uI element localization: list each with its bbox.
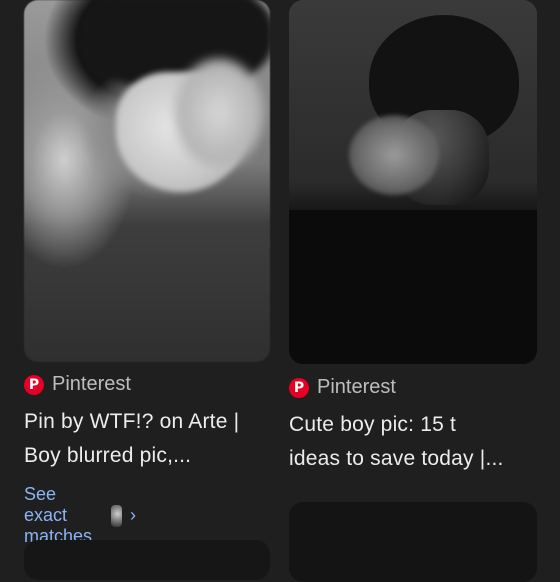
source-name: Pinterest	[52, 373, 131, 395]
next-result-image[interactable]	[24, 540, 270, 580]
see-exact-matches-label: See exact matches	[24, 484, 93, 546]
result-image[interactable]	[24, 0, 270, 362]
pinterest-icon: P	[289, 377, 309, 398]
image-detail	[289, 210, 537, 364]
result-title[interactable]: Cute boy pic: 15 t ideas to save today |…	[289, 408, 539, 476]
source-row[interactable]: P Pinterest	[24, 373, 131, 396]
source-row[interactable]: P Pinterest	[289, 376, 396, 399]
result-image[interactable]	[289, 0, 537, 364]
source-name: Pinterest	[317, 376, 396, 398]
match-thumbnail	[110, 504, 123, 527]
result-title-line: Cute boy pic: 15 t	[289, 413, 457, 436]
result-title[interactable]: Pin by WTF!? on Arte | Boy blurred pic,.…	[24, 405, 274, 473]
pinterest-icon: P	[24, 374, 44, 395]
image-detail	[174, 58, 264, 168]
chevron-right-icon: ›	[130, 505, 137, 525]
result-title-line: ideas to save today |...	[289, 447, 504, 470]
image-detail	[349, 115, 439, 195]
see-exact-matches-link[interactable]: See exact matches ›	[24, 484, 136, 547]
next-result-image[interactable]	[289, 502, 537, 582]
result-title-line: Boy blurred pic,...	[24, 444, 192, 467]
result-title-line: Pin by WTF!? on Arte |	[24, 410, 240, 433]
